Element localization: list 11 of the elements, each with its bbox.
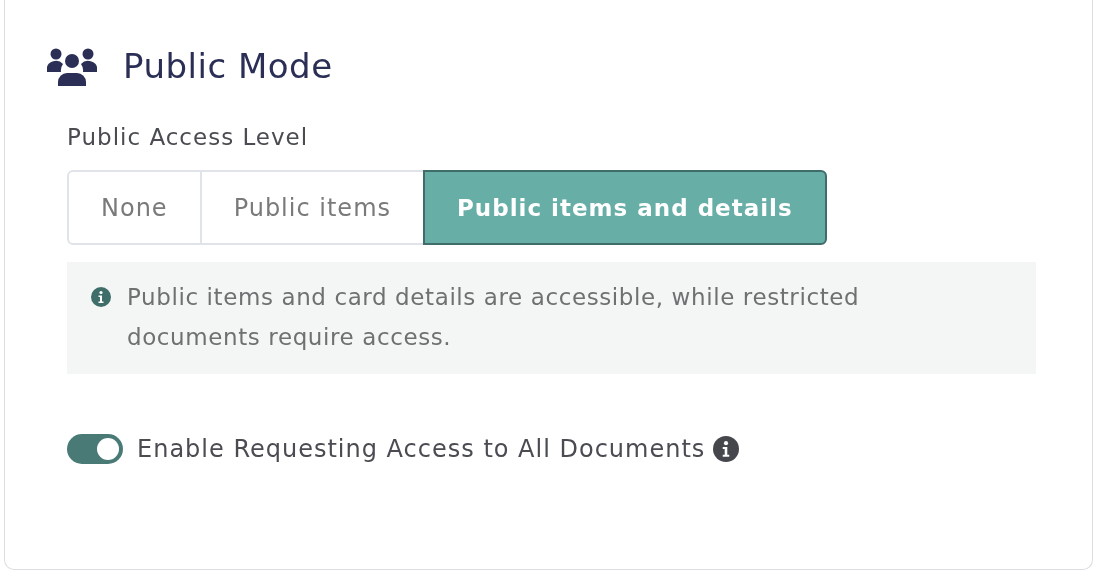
- users-icon: [47, 46, 97, 86]
- field-label: Public Access Level: [67, 124, 310, 150]
- option-button[interactable]: Public items: [199, 170, 425, 245]
- info-icon[interactable]: [713, 436, 740, 462]
- info-icon: [91, 287, 111, 307]
- toggle-label: Enable Requesting Access to All Documents: [137, 435, 706, 463]
- option-button[interactable]: Public items and details: [423, 170, 827, 245]
- section-title: Public Mode: [123, 46, 333, 86]
- option-button[interactable]: None: [67, 170, 202, 245]
- info-text: Public items and card details are accessible, while restricted documents require access.: [127, 283, 861, 352]
- toggle-switch[interactable]: [67, 434, 123, 464]
